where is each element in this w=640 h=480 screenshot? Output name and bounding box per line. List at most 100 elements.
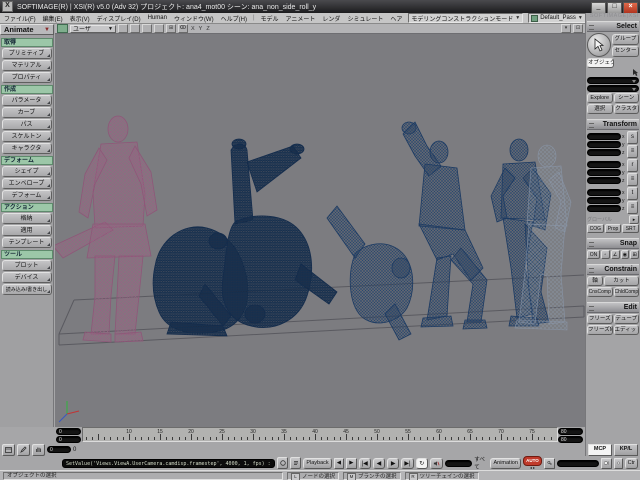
pass-dropdown[interactable]: Default_Pass ▼ bbox=[528, 13, 586, 23]
playback-options-button[interactable]: Playback bbox=[303, 458, 331, 469]
toolbar-button-template[interactable]: テンプレート bbox=[2, 237, 52, 248]
frame-start-field[interactable]: 0 bbox=[56, 428, 81, 435]
toolbar-button-property[interactable]: プロパティ bbox=[2, 72, 52, 83]
go-first-frame-button[interactable]: |◀ bbox=[359, 458, 371, 469]
loop-button[interactable]: ↻ bbox=[416, 458, 428, 469]
section-header-deform[interactable]: デフォーム bbox=[1, 156, 53, 165]
menu-window[interactable]: ウィンドウ(W) bbox=[173, 14, 215, 23]
scale-tool-button[interactable]: s bbox=[627, 131, 638, 144]
translate-y-field[interactable] bbox=[587, 197, 621, 204]
viewport-view-dropdown[interactable]: ユーザ ▼ bbox=[70, 25, 116, 33]
construction-mode-dropdown[interactable]: モデリングコンストラクションモード ▼ bbox=[408, 13, 523, 23]
transform-ref-button[interactable]: ▸ bbox=[629, 215, 639, 224]
chldcomp-button[interactable]: ChldComp bbox=[614, 287, 640, 297]
menu-simulate[interactable]: シミュレート bbox=[346, 14, 384, 23]
rotate-z-field[interactable] bbox=[587, 177, 621, 184]
memo-cam-button[interactable] bbox=[130, 24, 140, 33]
toolbar-button-primitive[interactable]: プリミティブ bbox=[2, 48, 52, 59]
toolbar-button-apply[interactable]: 適用 bbox=[2, 225, 52, 236]
toolbar-button-import-export[interactable]: 読み込み/書き出し bbox=[2, 284, 52, 295]
toolbar-button-plot[interactable]: プロット bbox=[2, 260, 52, 271]
viewport-solo-toggle-icon[interactable]: ⊡ bbox=[573, 24, 583, 33]
rotate-menu-button[interactable]: ≡ bbox=[627, 173, 638, 186]
hand-icon[interactable] bbox=[32, 444, 45, 456]
cog-button[interactable]: COG bbox=[587, 224, 604, 233]
menu-view[interactable]: 表示(V) bbox=[69, 14, 91, 23]
frame-start-field-2[interactable]: 0 bbox=[56, 436, 81, 443]
selection-field[interactable] bbox=[587, 77, 639, 84]
toolbar-button-curve[interactable]: カーブ bbox=[2, 107, 52, 118]
selection-button[interactable]: 選択 bbox=[587, 104, 613, 114]
section-header-tool[interactable]: ツール bbox=[1, 250, 53, 259]
mcp-toggle-button[interactable]: MCP bbox=[588, 444, 612, 456]
kpl-toggle-button[interactable]: KP/L bbox=[614, 444, 638, 456]
script-command-line[interactable]: SetValue('Views.ViewA.UserCamera.camdisp… bbox=[62, 459, 275, 468]
toolbar-button-skeleton[interactable]: スケルトン bbox=[2, 131, 52, 142]
transform-panel-header[interactable]: Transform bbox=[587, 119, 639, 130]
frame-end-field-2[interactable]: 80 bbox=[558, 436, 583, 443]
go-last-frame-button[interactable]: ▶| bbox=[401, 458, 413, 469]
cluster-button[interactable]: クラスタ bbox=[614, 104, 640, 114]
ctr-button[interactable]: Ctr bbox=[625, 458, 638, 469]
snap-curve-icon[interactable]: ∠ bbox=[611, 250, 620, 259]
eye-visibility-icon[interactable] bbox=[178, 24, 188, 33]
menu-file[interactable]: ファイル(F) bbox=[3, 14, 37, 23]
constrain-panel-header[interactable]: Constrain bbox=[587, 264, 639, 275]
play-backward-button[interactable]: ◀ bbox=[373, 458, 385, 469]
freeze-m-button[interactable]: フリーズM bbox=[587, 325, 613, 335]
explore-button[interactable]: Explore bbox=[587, 93, 613, 103]
rotate-x-field[interactable] bbox=[587, 161, 621, 168]
wireframe-figure-rising[interactable] bbox=[402, 122, 487, 329]
snap-on-button[interactable]: ON bbox=[587, 250, 600, 259]
snap-point-icon[interactable]: ▫ bbox=[601, 250, 610, 259]
record-button[interactable] bbox=[614, 458, 623, 469]
freeze-button[interactable]: フリーズ bbox=[587, 314, 613, 324]
translate-menu-button[interactable]: ≡ bbox=[627, 201, 638, 214]
toolbar-mode-dropdown[interactable]: Animate ▼ bbox=[0, 24, 54, 35]
menu-display[interactable]: ディスプレイ(D) bbox=[96, 14, 142, 23]
timeline-ruler[interactable]: 1015202530354045505560657075 bbox=[82, 427, 558, 442]
scale-menu-button[interactable]: ≡ bbox=[627, 145, 638, 158]
script-editor-icon[interactable] bbox=[290, 457, 301, 469]
prop-button[interactable]: Prop bbox=[605, 224, 622, 233]
section-header-get[interactable]: 取得 bbox=[1, 38, 53, 47]
mute-audio-button[interactable] bbox=[430, 458, 443, 469]
animation-menu-button[interactable]: Animation bbox=[490, 458, 520, 469]
toolbar-button-store[interactable]: 格納 bbox=[2, 213, 52, 224]
section-header-action[interactable]: アクション bbox=[1, 203, 53, 212]
frame-end-field[interactable]: 80 bbox=[558, 428, 583, 435]
menu-hair[interactable]: ヘア bbox=[389, 14, 403, 23]
snap-center-icon[interactable]: ◉ bbox=[621, 250, 630, 259]
menu-render[interactable]: レンダ bbox=[321, 14, 341, 23]
constrain-axis-button[interactable]: 軸 bbox=[587, 276, 603, 286]
capture-camera-button[interactable] bbox=[601, 458, 612, 469]
playback-rate-field[interactable] bbox=[445, 460, 472, 467]
menu-human[interactable]: Human bbox=[147, 15, 168, 21]
step-back-button[interactable]: ◀ bbox=[334, 458, 344, 469]
translate-x-field[interactable] bbox=[587, 189, 621, 196]
toolbar-button-path[interactable]: パス bbox=[2, 119, 52, 130]
viewport-canvas[interactable] bbox=[55, 34, 585, 427]
toolbar-button-shape[interactable]: シェイプ bbox=[2, 166, 52, 177]
current-frame-field[interactable]: 0 bbox=[47, 446, 71, 453]
toolbar-button-device[interactable]: デバイス bbox=[2, 272, 52, 283]
section-header-create[interactable]: 作成 bbox=[1, 85, 53, 94]
step-forward-button[interactable]: ▶ bbox=[346, 458, 356, 469]
axis-letter-y[interactable]: Y bbox=[198, 26, 204, 32]
viewport-camera-icon[interactable] bbox=[57, 24, 68, 33]
rotate-y-field[interactable] bbox=[587, 169, 621, 176]
flipbook-icon[interactable] bbox=[2, 444, 15, 456]
group-button[interactable]: グループ bbox=[612, 34, 639, 45]
command-history-icon[interactable] bbox=[277, 457, 288, 469]
scene-button[interactable]: シーン bbox=[614, 93, 640, 103]
scale-z-field[interactable] bbox=[587, 149, 621, 156]
snap-grid-icon[interactable]: ⊞ bbox=[630, 250, 639, 259]
select-tool-button[interactable] bbox=[587, 33, 611, 57]
edit-button[interactable]: エディット bbox=[614, 325, 640, 335]
menu-edit[interactable]: 編集(E) bbox=[42, 14, 64, 23]
cnscomp-button[interactable]: CnsComp bbox=[587, 287, 613, 297]
scale-x-field[interactable] bbox=[587, 133, 621, 140]
axis-letter-z[interactable]: Z bbox=[205, 26, 210, 32]
menu-animate[interactable]: アニメート bbox=[285, 14, 317, 23]
wireframe-figure-roll-end[interactable] bbox=[327, 206, 413, 340]
